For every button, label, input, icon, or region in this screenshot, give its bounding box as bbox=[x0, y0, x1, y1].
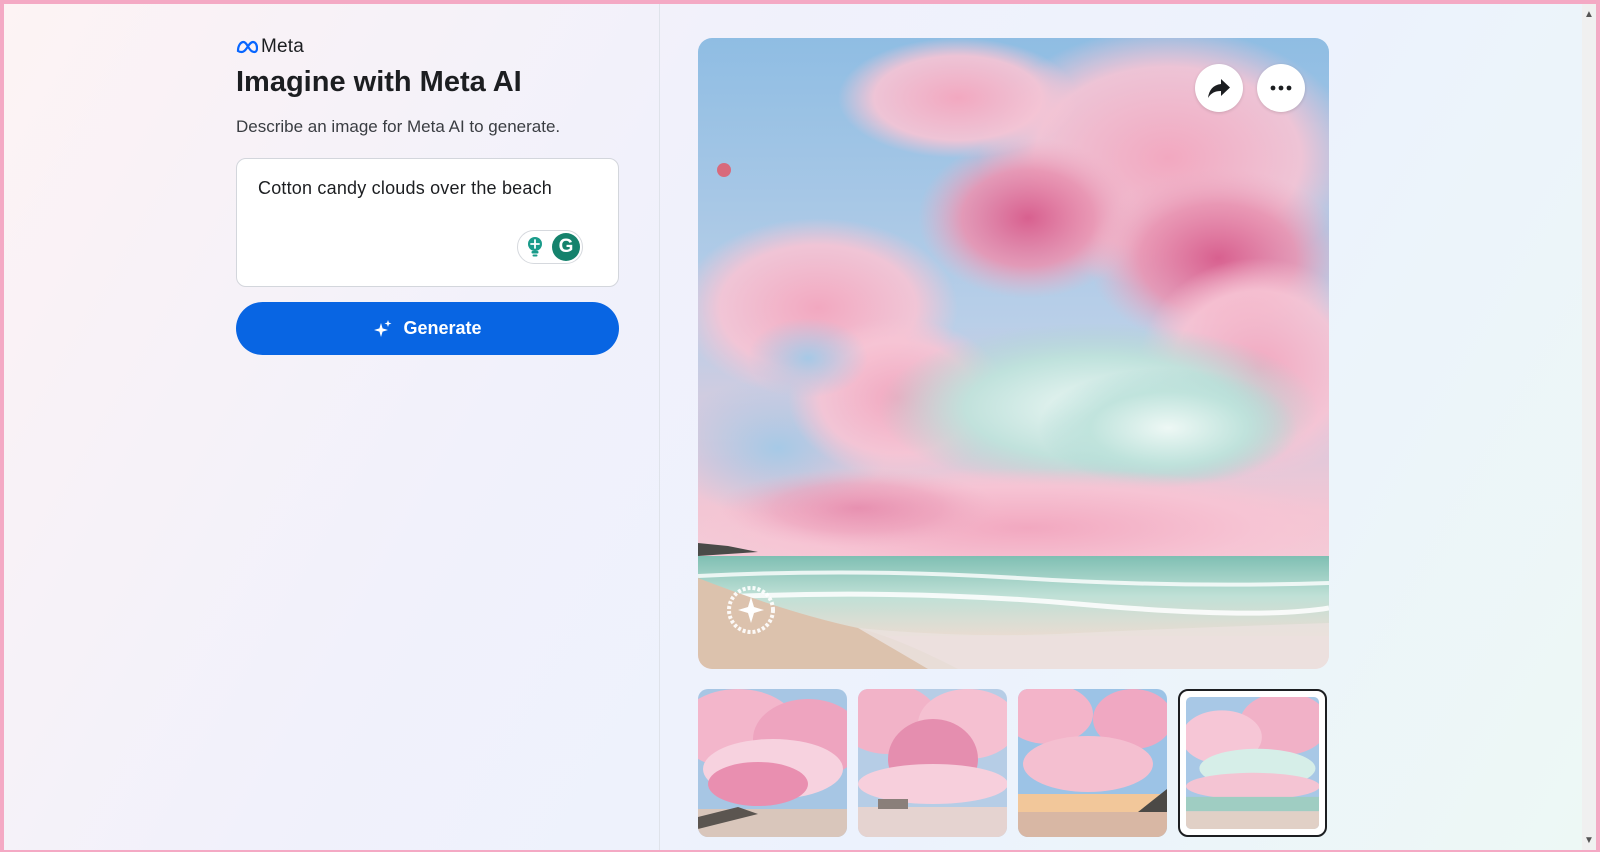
page-scrollbar[interactable] bbox=[1582, 4, 1596, 850]
page-subtitle: Describe an image for Meta AI to generat… bbox=[236, 117, 561, 136]
thumbnail-image bbox=[1018, 689, 1167, 837]
lightbulb-icon[interactable] bbox=[524, 234, 546, 260]
page-title: Imagine with Meta AI bbox=[236, 66, 522, 98]
thumbnail-variant-3[interactable] bbox=[1018, 689, 1167, 837]
grammarly-letter: G bbox=[558, 236, 574, 257]
thumbnail-frame bbox=[1186, 697, 1319, 829]
scroll-up-arrow-icon[interactable]: ▲ bbox=[1584, 10, 1594, 20]
share-button[interactable] bbox=[1195, 64, 1243, 112]
grammarly-icon[interactable]: G bbox=[552, 233, 580, 261]
variant-thumbnails bbox=[698, 689, 1327, 837]
thumbnail-image bbox=[698, 689, 847, 837]
prompt-input[interactable]: Cotton candy clouds over the beach G bbox=[236, 158, 619, 287]
more-options-button[interactable] bbox=[1257, 64, 1305, 112]
imagined-with-ai-watermark-icon bbox=[727, 586, 775, 634]
panel-divider bbox=[659, 4, 660, 850]
thumbnail-variant-4[interactable] bbox=[1178, 689, 1327, 837]
meta-infinity-logo-icon bbox=[236, 40, 258, 54]
share-arrow-icon bbox=[1208, 79, 1230, 98]
sparkle-icon bbox=[374, 319, 392, 337]
generated-image-canvas bbox=[698, 38, 1329, 669]
meta-wordmark: Meta bbox=[261, 36, 305, 57]
more-dots-icon bbox=[1270, 85, 1292, 91]
thumbnail-image bbox=[1186, 697, 1319, 829]
thumbnail-variant-1[interactable] bbox=[698, 689, 847, 837]
thumbnail-variant-2[interactable] bbox=[858, 689, 1007, 837]
generated-image[interactable] bbox=[698, 38, 1329, 669]
scroll-down-arrow-icon[interactable]: ▼ bbox=[1584, 836, 1594, 846]
grammarly-widget[interactable]: G bbox=[517, 230, 583, 264]
generate-button[interactable]: Generate bbox=[236, 302, 619, 355]
thumbnail-image bbox=[858, 689, 1007, 837]
prompt-input-value[interactable]: Cotton candy clouds over the beach bbox=[258, 178, 552, 199]
meta-brand[interactable]: Meta bbox=[236, 36, 304, 58]
generate-button-label: Generate bbox=[403, 318, 482, 338]
